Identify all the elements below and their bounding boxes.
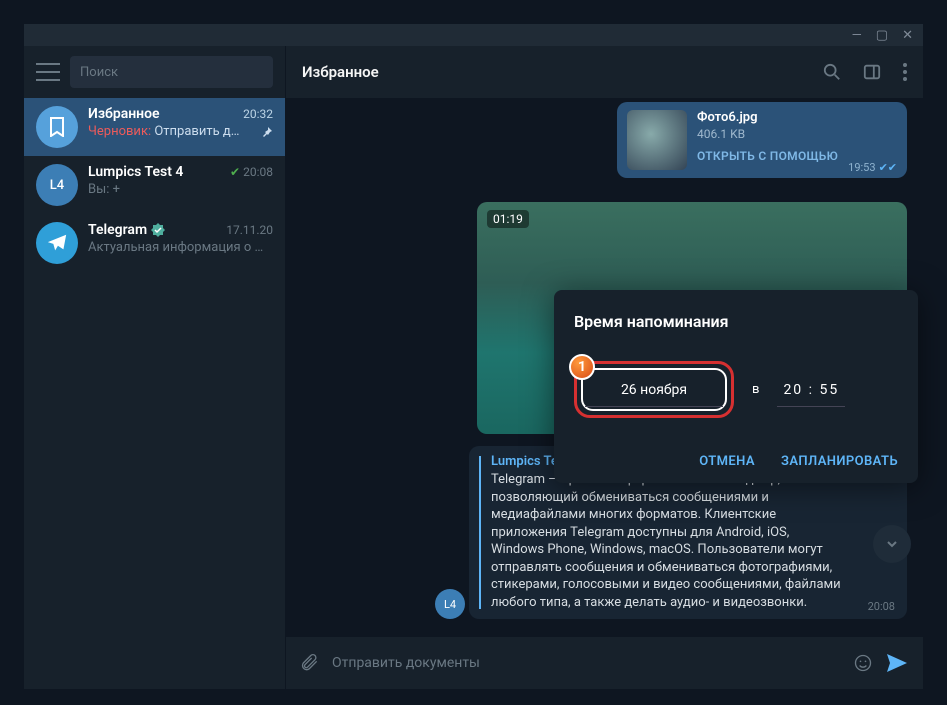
file-time: 19:53✔✔ [848,161,897,174]
chat-time: ✔20:08 [230,165,273,179]
chat-title: Избранное [302,63,379,81]
at-label: в [752,382,759,397]
menu-icon[interactable] [36,63,60,81]
video-duration: 01:19 [487,210,529,228]
emoji-icon[interactable] [853,653,873,673]
search-input[interactable]: Поиск [70,56,273,88]
chat-item-telegram[interactable]: Telegram 17.11.20 Актуальная информация … [24,214,285,272]
bookmark-icon [36,106,78,148]
cancel-button[interactable]: ОТМЕНА [699,454,755,469]
date-input[interactable]: 26 ноября [585,372,723,407]
window-close[interactable]: ✕ [902,29,913,42]
sidebar: Поиск Избранное 20:32 Черновик: Отправит… [24,46,286,689]
message-time: 20:08 [868,600,895,613]
time-input[interactable]: 20 : 55 [777,372,845,407]
message-text: Telegram — кроссплатформенный мессенджер… [491,471,843,611]
more-icon[interactable] [903,63,907,81]
window-minimize[interactable]: — [852,29,862,42]
chat-preview: Черновик: Отправить д… [88,124,239,139]
chat-preview: Вы: + [88,182,120,197]
modal-title: Время напоминания [574,312,898,331]
chat-pane: Избранное Фото6.jpg 406.1 KB ОТКРЫТЬ С П… [286,46,923,689]
schedule-button[interactable]: ЗАПЛАНИРОВАТЬ [781,454,898,469]
chat-item-saved[interactable]: Избранное 20:32 Черновик: Отправить д… [24,98,285,156]
avatar: L4 [435,589,465,619]
chat-item-lumpics[interactable]: L4 Lumpics Test 4 ✔20:08 Вы: + [24,156,285,214]
send-icon[interactable] [885,652,909,674]
annotation-badge: 1 [569,354,595,380]
verified-icon [151,223,165,237]
message-input[interactable]: Отправить документы [332,655,841,671]
read-check-icon: ✔✔ [879,161,897,174]
chat-name: Lumpics Test 4 [88,164,183,180]
pin-icon [261,126,273,138]
chat-name: Избранное [88,106,160,122]
file-thumbnail [627,110,687,170]
date-field-highlight: 1 26 ноября [574,361,734,418]
file-message[interactable]: Фото6.jpg 406.1 KB ОТКРЫТЬ С ПОМОЩЬЮ 19:… [617,102,907,178]
search-icon[interactable] [823,63,841,81]
chat-time: 20:32 [243,107,273,121]
window-titlebar: — ▢ ✕ [24,24,923,46]
read-check-icon: ✔ [230,165,240,179]
attach-icon[interactable] [300,653,320,673]
avatar: L4 [36,164,78,206]
scroll-down-button[interactable] [873,525,911,563]
side-panel-icon[interactable] [863,63,881,81]
composer: Отправить документы [286,637,923,689]
file-size: 406.1 KB [697,127,897,141]
chat-preview: Актуальная информация о … [88,240,263,255]
chat-header: Избранное [286,46,923,98]
avatar [36,222,78,264]
reminder-modal: Время напоминания 1 26 ноября в 20 : 55 … [554,290,918,483]
file-name: Фото6.jpg [697,110,897,125]
chat-time: 17.11.20 [226,223,273,237]
window-maximize[interactable]: ▢ [876,29,888,42]
chat-name: Telegram [88,222,165,238]
